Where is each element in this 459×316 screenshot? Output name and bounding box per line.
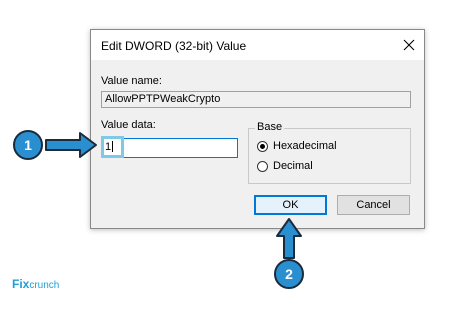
- screenshot-stage: Edit DWORD (32-bit) Value Value name: Al…: [0, 0, 459, 316]
- arrow-right-icon: [45, 132, 97, 158]
- step-1-badge: 1: [13, 130, 43, 160]
- arrow-up-icon: [276, 218, 302, 259]
- annotation-overlay: 1 2: [13, 130, 304, 289]
- step-1-number: 1: [24, 137, 32, 153]
- logo-suffix: crunch: [29, 280, 60, 291]
- step-2-badge: 2: [274, 259, 304, 289]
- fixcrunch-logo: Fixcrunch: [12, 277, 59, 291]
- logo-prefix: Fix: [12, 277, 30, 291]
- step-2-number: 2: [285, 266, 293, 282]
